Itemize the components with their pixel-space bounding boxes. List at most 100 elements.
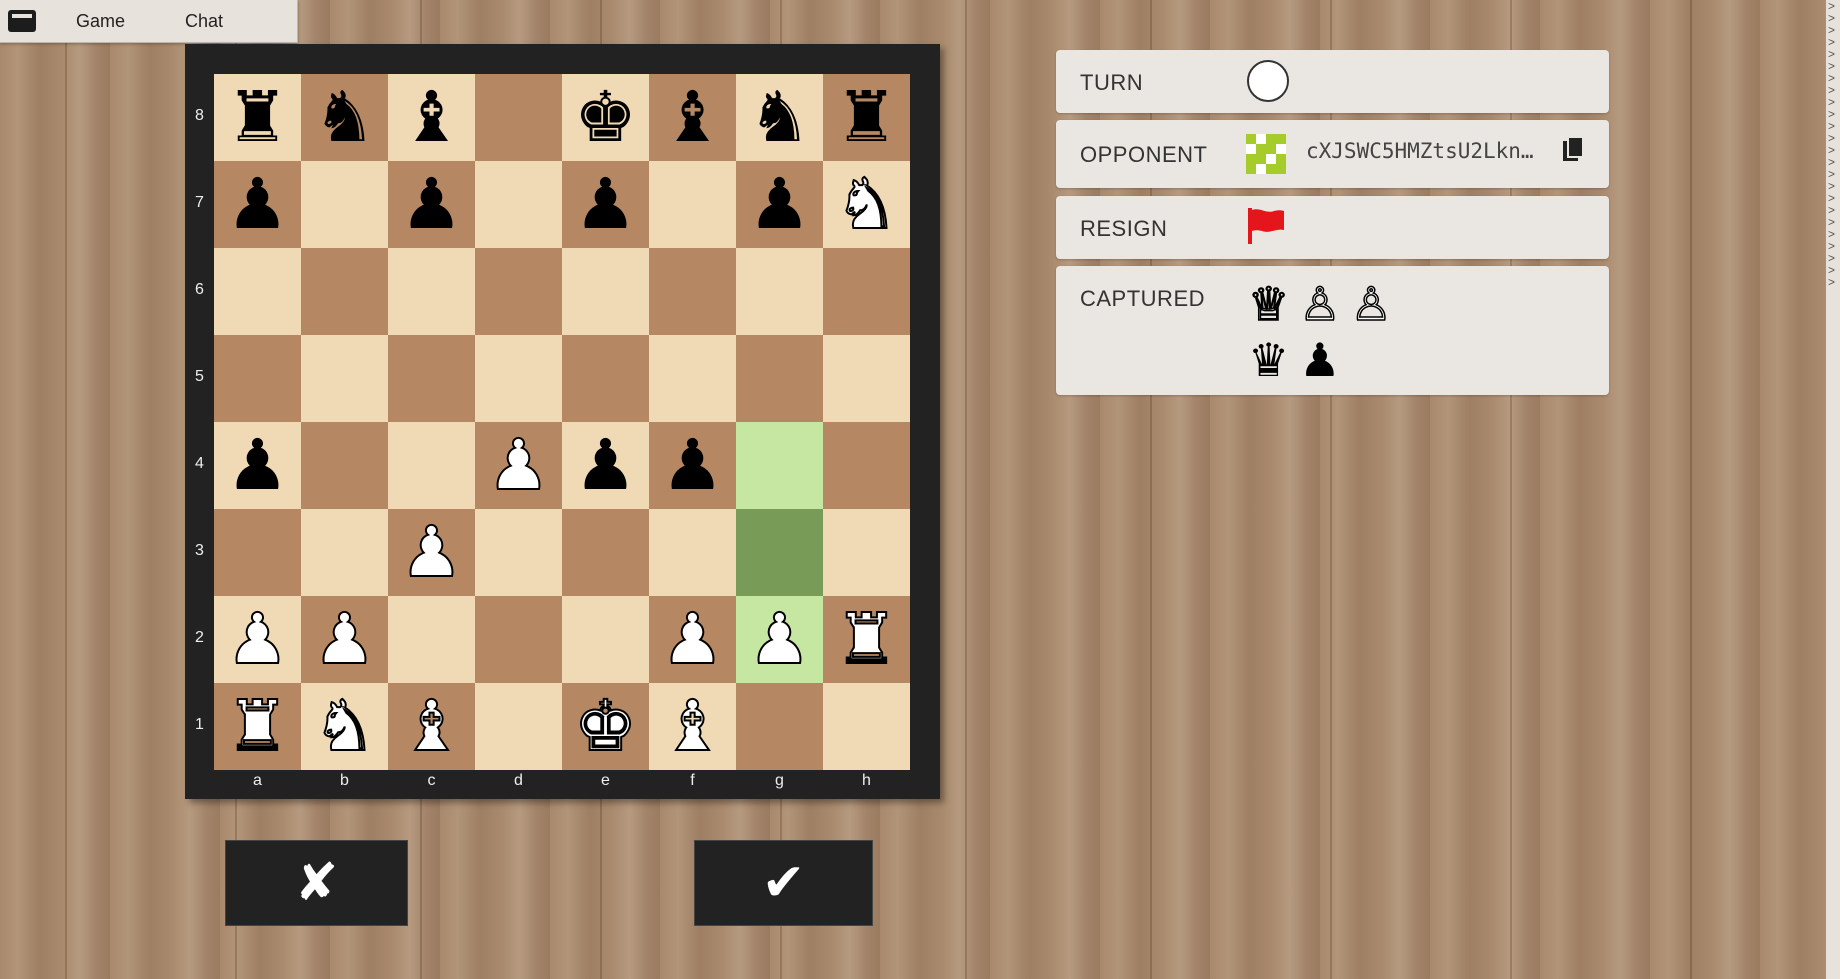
square-b8[interactable]: ♞ xyxy=(301,74,388,161)
square-g2[interactable]: ♟ xyxy=(736,596,823,683)
square-a7[interactable]: ♟ xyxy=(214,161,301,248)
black-pawn[interactable]: ♟ xyxy=(748,161,811,248)
tab-game[interactable]: Game xyxy=(46,11,155,32)
square-e6[interactable] xyxy=(562,248,649,335)
square-h6[interactable] xyxy=(823,248,910,335)
black-pawn[interactable]: ♟ xyxy=(226,422,289,509)
square-a6[interactable] xyxy=(214,248,301,335)
square-c1[interactable]: ♝ xyxy=(388,683,475,770)
square-e7[interactable]: ♟ xyxy=(562,161,649,248)
square-d6[interactable] xyxy=(475,248,562,335)
white-pawn[interactable]: ♟ xyxy=(660,596,725,683)
square-a8[interactable]: ♜ xyxy=(214,74,301,161)
square-b1[interactable]: ♞ xyxy=(301,683,388,770)
square-a5[interactable] xyxy=(214,335,301,422)
square-f6[interactable] xyxy=(649,248,736,335)
black-pawn[interactable]: ♟ xyxy=(574,161,637,248)
white-king[interactable]: ♚ xyxy=(573,683,638,770)
white-pawn[interactable]: ♟ xyxy=(225,596,290,683)
black-pawn[interactable]: ♟ xyxy=(661,422,724,509)
square-f7[interactable] xyxy=(649,161,736,248)
square-h5[interactable] xyxy=(823,335,910,422)
confirm-move-button[interactable]: ✔ xyxy=(694,840,873,926)
square-g3[interactable] xyxy=(736,509,823,596)
square-f3[interactable] xyxy=(649,509,736,596)
chess-board[interactable]: ♜ ♞ ♝ ♚ ♝ ♞ ♜ ♟ ♟ ♟ ♟ ♞ ♟ ♟ ♟ ♟ ♟ ♟ ♟ ♟ ♟ ♜ ♜ ♞ ♝ ♚ ♝ xyxy=(214,74,910,770)
square-c7[interactable]: ♟ xyxy=(388,161,475,248)
square-g1[interactable] xyxy=(736,683,823,770)
black-knight[interactable]: ♞ xyxy=(313,74,376,161)
black-bishop[interactable]: ♝ xyxy=(661,74,724,161)
square-d1[interactable] xyxy=(475,683,562,770)
file-label: g xyxy=(775,772,784,789)
white-knight[interactable]: ♞ xyxy=(312,683,377,770)
square-b5[interactable] xyxy=(301,335,388,422)
square-c3[interactable]: ♟ xyxy=(388,509,475,596)
square-g8[interactable]: ♞ xyxy=(736,74,823,161)
square-e5[interactable] xyxy=(562,335,649,422)
square-e3[interactable] xyxy=(562,509,649,596)
square-a4[interactable]: ♟ xyxy=(214,422,301,509)
white-bishop[interactable]: ♝ xyxy=(399,683,464,770)
square-e2[interactable] xyxy=(562,596,649,683)
white-bishop[interactable]: ♝ xyxy=(660,683,725,770)
square-g5[interactable] xyxy=(736,335,823,422)
square-h1[interactable] xyxy=(823,683,910,770)
white-pawn[interactable]: ♟ xyxy=(399,509,464,596)
square-c2[interactable] xyxy=(388,596,475,683)
black-rook[interactable]: ♜ xyxy=(835,74,898,161)
square-d4[interactable]: ♟ xyxy=(475,422,562,509)
square-e4[interactable]: ♟ xyxy=(562,422,649,509)
white-rook[interactable]: ♜ xyxy=(225,683,290,770)
square-b6[interactable] xyxy=(301,248,388,335)
square-c8[interactable]: ♝ xyxy=(388,74,475,161)
flag-icon[interactable] xyxy=(1246,206,1286,246)
square-f1[interactable]: ♝ xyxy=(649,683,736,770)
white-pawn[interactable]: ♟ xyxy=(747,596,812,683)
square-c4[interactable] xyxy=(388,422,475,509)
black-knight[interactable]: ♞ xyxy=(748,74,811,161)
black-pawn[interactable]: ♟ xyxy=(574,422,637,509)
square-d5[interactable] xyxy=(475,335,562,422)
black-pawn[interactable]: ♟ xyxy=(226,161,289,248)
square-d3[interactable] xyxy=(475,509,562,596)
square-b4[interactable] xyxy=(301,422,388,509)
square-g7[interactable]: ♟ xyxy=(736,161,823,248)
square-d2[interactable] xyxy=(475,596,562,683)
square-b7[interactable] xyxy=(301,161,388,248)
white-pawn[interactable]: ♟ xyxy=(312,596,377,683)
square-a2[interactable]: ♟ xyxy=(214,596,301,683)
square-f8[interactable]: ♝ xyxy=(649,74,736,161)
square-d7[interactable] xyxy=(475,161,562,248)
square-h8[interactable]: ♜ xyxy=(823,74,910,161)
copy-icon[interactable] xyxy=(1562,136,1584,164)
square-c5[interactable] xyxy=(388,335,475,422)
square-f4[interactable]: ♟ xyxy=(649,422,736,509)
square-c6[interactable] xyxy=(388,248,475,335)
black-king[interactable]: ♚ xyxy=(574,74,637,161)
square-g6[interactable] xyxy=(736,248,823,335)
black-rook[interactable]: ♜ xyxy=(226,74,289,161)
square-f2[interactable]: ♟ xyxy=(649,596,736,683)
square-b3[interactable] xyxy=(301,509,388,596)
square-h3[interactable] xyxy=(823,509,910,596)
square-e1[interactable]: ♚ xyxy=(562,683,649,770)
square-d8[interactable] xyxy=(475,74,562,161)
square-a3[interactable] xyxy=(214,509,301,596)
black-bishop[interactable]: ♝ xyxy=(400,74,463,161)
square-b2[interactable]: ♟ xyxy=(301,596,388,683)
square-f5[interactable] xyxy=(649,335,736,422)
square-g4[interactable] xyxy=(736,422,823,509)
white-pawn[interactable]: ♟ xyxy=(486,422,551,509)
square-h4[interactable] xyxy=(823,422,910,509)
square-h7[interactable]: ♞ xyxy=(823,161,910,248)
square-h2[interactable]: ♜ xyxy=(823,596,910,683)
window-icon[interactable] xyxy=(8,10,36,32)
white-knight[interactable]: ♞ xyxy=(834,161,899,248)
white-rook[interactable]: ♜ xyxy=(834,596,899,683)
square-e8[interactable]: ♚ xyxy=(562,74,649,161)
black-pawn[interactable]: ♟ xyxy=(400,161,463,248)
tab-chat[interactable]: Chat xyxy=(155,11,253,32)
square-a1[interactable]: ♜ xyxy=(214,683,301,770)
cancel-move-button[interactable]: ✘ xyxy=(225,840,408,926)
